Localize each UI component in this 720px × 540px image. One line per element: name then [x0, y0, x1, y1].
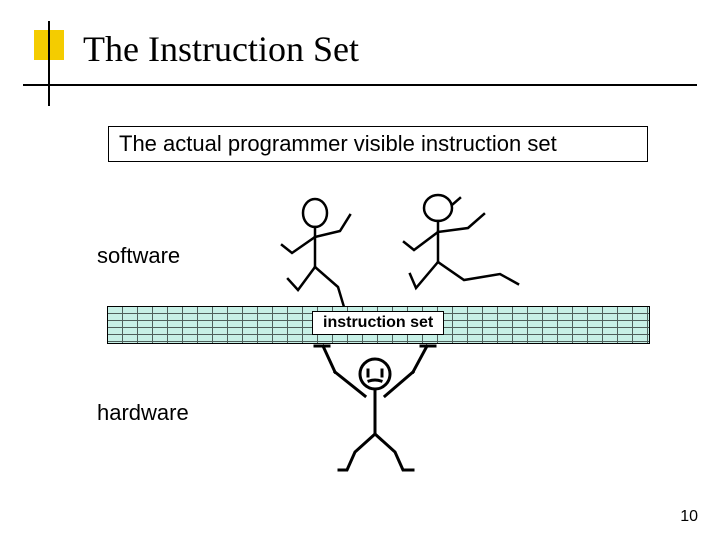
instruction-set-label: instruction set [312, 311, 444, 335]
stick-figure-runner-2 [400, 190, 540, 315]
title-horizontal-rule [23, 84, 697, 86]
description-box: The actual programmer visible instructio… [108, 126, 648, 162]
page-number: 10 [680, 508, 698, 526]
stick-figure-runner-1 [280, 195, 390, 315]
title-vertical-rule [48, 21, 50, 106]
software-label: software [97, 243, 180, 269]
stick-figure-atlas [305, 344, 445, 474]
hardware-label: hardware [97, 400, 189, 426]
slide-title: The Instruction Set [83, 28, 359, 70]
